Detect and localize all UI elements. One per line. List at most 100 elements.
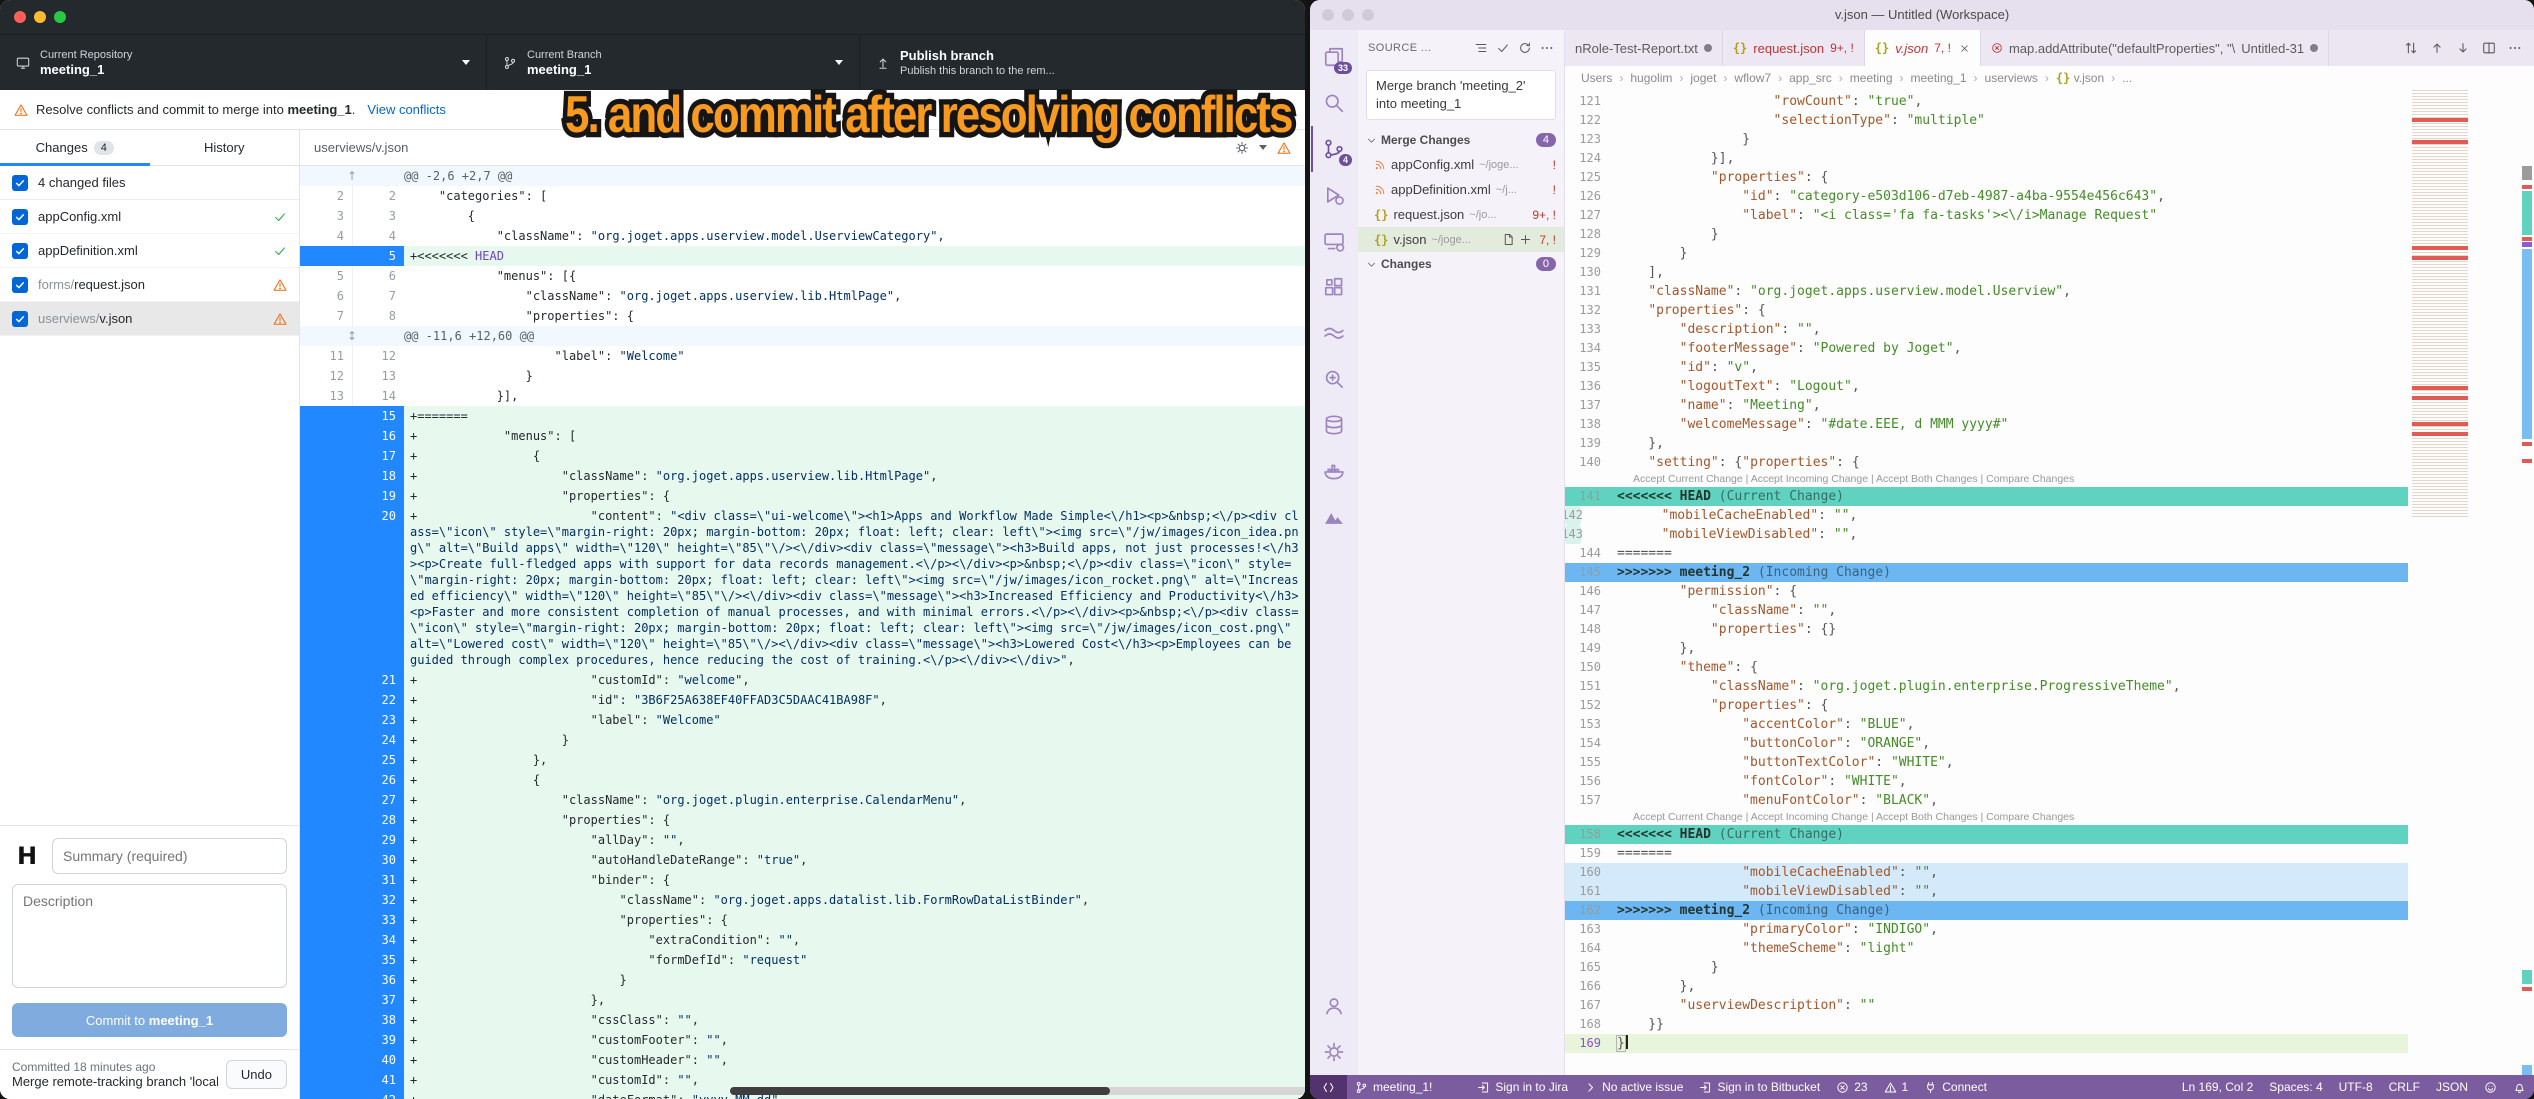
status-remoteind[interactable] bbox=[1310, 1075, 1347, 1099]
dirty-indicator[interactable] bbox=[2310, 44, 2318, 52]
diff-row[interactable]: 38+ "cssClass": "", bbox=[300, 1010, 1305, 1030]
diff-gutter[interactable]: 19 bbox=[300, 486, 404, 506]
scm-file-appConfig.xml[interactable]: appConfig.xml~/joge...! bbox=[1358, 152, 1564, 177]
code-line-137[interactable]: 137 "name": "Meeting", bbox=[1565, 396, 2408, 415]
activity-source-control-icon[interactable]: 4 bbox=[1311, 126, 1357, 172]
code-line-121[interactable]: 121 "rowCount": "true", bbox=[1565, 92, 2408, 111]
scm-file-v.json[interactable]: {}v.json~/joge...7, ! bbox=[1358, 227, 1564, 252]
code-line-131[interactable]: 131 "className": "org.joget.apps.uservie… bbox=[1565, 282, 2408, 301]
diff-gutter[interactable]: 29 bbox=[300, 830, 404, 850]
diff-gutter[interactable]: 1213 bbox=[300, 366, 404, 386]
diff-row[interactable]: 26+ { bbox=[300, 770, 1305, 790]
breadcrumb-item-joget[interactable]: joget bbox=[1690, 71, 1716, 85]
vscode-traffic-lights[interactable] bbox=[1322, 9, 1374, 21]
diff-row[interactable]: 1314 }], bbox=[300, 386, 1305, 406]
status-meeting-1-[interactable]: meeting_1! bbox=[1347, 1075, 1440, 1099]
code-line-134[interactable]: 134 "footerMessage": "Powered by Joget", bbox=[1565, 339, 2408, 358]
status-bell[interactable] bbox=[2505, 1075, 2534, 1099]
breadcrumb[interactable]: Users›hugolim›joget›wflow7›app_src›meeti… bbox=[1565, 66, 2534, 90]
diff-gutter[interactable]: 41 bbox=[300, 1070, 404, 1090]
breadcrumb-item-app_src[interactable]: app_src bbox=[1789, 71, 1832, 85]
diff-gutter[interactable]: 24 bbox=[300, 730, 404, 750]
diff-gutter[interactable]: 17 bbox=[300, 446, 404, 466]
diff-row[interactable]: 22+ "id": "3B6F25A638EF40FFAD3C5DAAC41BA… bbox=[300, 690, 1305, 710]
diff-row[interactable]: 34+ "extraCondition": "", bbox=[300, 930, 1305, 950]
activity-explorer-icon[interactable]: 33 bbox=[1311, 34, 1357, 80]
diff-gutter[interactable]: 27 bbox=[300, 790, 404, 810]
code-line-123[interactable]: 123 } bbox=[1565, 130, 2408, 149]
diff-row[interactable]: 35+ "formDefId": "request" bbox=[300, 950, 1305, 970]
diff-row[interactable]: 15+======= bbox=[300, 406, 1305, 426]
diff-row[interactable]: 44 "className": "org.joget.apps.userview… bbox=[300, 226, 1305, 246]
editor-tab-nRole-Test-Report.txt[interactable]: nRole-Test-Report.txt bbox=[1565, 30, 1723, 66]
code-line-128[interactable]: 128 } bbox=[1565, 225, 2408, 244]
diff-row[interactable]: 67 "className": "org.joget.apps.userview… bbox=[300, 286, 1305, 306]
editor-tab-Untitled-31[interactable]: map.addAttribute("defaultProperties", "\… bbox=[1981, 30, 2329, 66]
breadcrumb-item-Users[interactable]: Users bbox=[1581, 71, 1612, 85]
undo-button[interactable]: Undo bbox=[226, 1060, 287, 1089]
codelens-merge-actions[interactable]: Accept Current Change | Accept Incoming … bbox=[1565, 810, 2408, 825]
code-line-161[interactable]: 161 "mobileViewDisabled": "", bbox=[1565, 882, 2408, 901]
close-window-button[interactable] bbox=[14, 11, 26, 23]
diff-row[interactable]: 30+ "autoHandleDateRange": "true", bbox=[300, 850, 1305, 870]
diff-row[interactable]: 28+ "properties": { bbox=[300, 810, 1305, 830]
scm-file-request.json[interactable]: {}request.json~/jo...9+, ! bbox=[1358, 202, 1564, 227]
diff-row[interactable]: 37+ }, bbox=[300, 990, 1305, 1010]
code-line-129[interactable]: 129 } bbox=[1565, 244, 2408, 263]
diff-gutter[interactable]: 20 bbox=[300, 506, 404, 670]
diff-row[interactable]: 16+ "menus": [ bbox=[300, 426, 1305, 446]
commit-summary-input[interactable] bbox=[52, 838, 287, 874]
code-line-165[interactable]: 165 } bbox=[1565, 958, 2408, 977]
file-row-appDefinition.xml[interactable]: appDefinition.xml bbox=[0, 234, 299, 268]
status-sign-in-to-jira[interactable]: Sign in to Jira bbox=[1469, 1075, 1576, 1099]
activity-remote-explorer-icon[interactable] bbox=[1311, 218, 1357, 264]
code-line-126[interactable]: 126 "id": "category-e503d106-d7eb-4987-a… bbox=[1565, 187, 2408, 206]
code-line-125[interactable]: 125 "properties": { bbox=[1565, 168, 2408, 187]
code-line-160[interactable]: 160 "mobileCacheEnabled": "", bbox=[1565, 863, 2408, 882]
navigate-up-icon[interactable] bbox=[2430, 41, 2444, 55]
code-line-167[interactable]: 167 "userviewDescription": "" bbox=[1565, 996, 2408, 1015]
diff-gutter[interactable]: 18 bbox=[300, 466, 404, 486]
code-line-157[interactable]: 157 "menuFontColor": "BLACK", bbox=[1565, 791, 2408, 810]
code-line-158[interactable]: 158<<<<<<< HEAD (Current Change) bbox=[1565, 825, 2408, 844]
diff-row[interactable]: 27+ "className": "org.joget.plugin.enter… bbox=[300, 790, 1305, 810]
publish-branch-button[interactable]: Publish branch Publish this branch to th… bbox=[860, 35, 1252, 90]
code-line-146[interactable]: 146 "permission": { bbox=[1565, 582, 2408, 601]
commit-button[interactable]: Commit to meeting_1 bbox=[12, 1003, 287, 1037]
file-checkbox[interactable] bbox=[12, 277, 28, 293]
diff-gutter[interactable]: 15 bbox=[300, 406, 404, 426]
diff-gutter[interactable]: 28 bbox=[300, 810, 404, 830]
diff-row[interactable]: 36+ } bbox=[300, 970, 1305, 990]
diff-gutter[interactable]: 34 bbox=[300, 930, 404, 950]
breadcrumb-item-meeting_1[interactable]: meeting_1 bbox=[1911, 71, 1967, 85]
open-changes-icon[interactable] bbox=[2404, 41, 2418, 55]
diff-row[interactable]: 78 "properties": { bbox=[300, 306, 1305, 326]
diff-gutter[interactable]: 1314 bbox=[300, 386, 404, 406]
diff-gutter[interactable]: 39 bbox=[300, 1030, 404, 1050]
diff-row[interactable]: 33 { bbox=[300, 206, 1305, 226]
status-sign-in-to-bitbucket[interactable]: Sign in to Bitbucket bbox=[1691, 1075, 1828, 1099]
file-row-appConfig.xml[interactable]: appConfig.xml bbox=[0, 200, 299, 234]
refresh-icon[interactable] bbox=[1518, 41, 1532, 55]
diff-row[interactable]: 33+ "properties": { bbox=[300, 910, 1305, 930]
current-branch-selector[interactable]: Current Branch meeting_1 bbox=[487, 35, 860, 90]
diff-gutter[interactable]: 1112 bbox=[300, 346, 404, 366]
diff-row[interactable]: 1112 "label": "Welcome" bbox=[300, 346, 1305, 366]
diff-row[interactable]: 39+ "customFooter": "", bbox=[300, 1030, 1305, 1050]
changed-files-header[interactable]: 4 changed files bbox=[0, 166, 299, 200]
status-1[interactable]: 1 bbox=[1876, 1075, 1917, 1099]
diff-gutter[interactable]: 16 bbox=[300, 426, 404, 446]
diff-gutter[interactable]: 31 bbox=[300, 870, 404, 890]
diff-gutter[interactable]: 56 bbox=[300, 266, 404, 286]
tab-history[interactable]: History bbox=[150, 130, 300, 165]
diff-gutter[interactable]: 23 bbox=[300, 710, 404, 730]
diff-gutter[interactable]: 33 bbox=[300, 910, 404, 930]
code-line-138[interactable]: 138 "welcomeMessage": "#date.EEE, d MMM … bbox=[1565, 415, 2408, 434]
breadcrumb-item-userviews[interactable]: userviews bbox=[1985, 71, 2038, 85]
status-json[interactable]: JSON bbox=[2428, 1075, 2476, 1099]
codelens-merge-actions[interactable]: Accept Current Change | Accept Incoming … bbox=[1565, 472, 2408, 487]
diff-hunk-header[interactable]: ↕@@ -11,6 +12,60 @@ bbox=[300, 326, 1305, 346]
diff-row[interactable]: 1213 } bbox=[300, 366, 1305, 386]
breadcrumb-item-v.json[interactable]: {} v.json bbox=[2056, 71, 2104, 85]
tab-changes[interactable]: Changes 4 bbox=[0, 130, 150, 165]
